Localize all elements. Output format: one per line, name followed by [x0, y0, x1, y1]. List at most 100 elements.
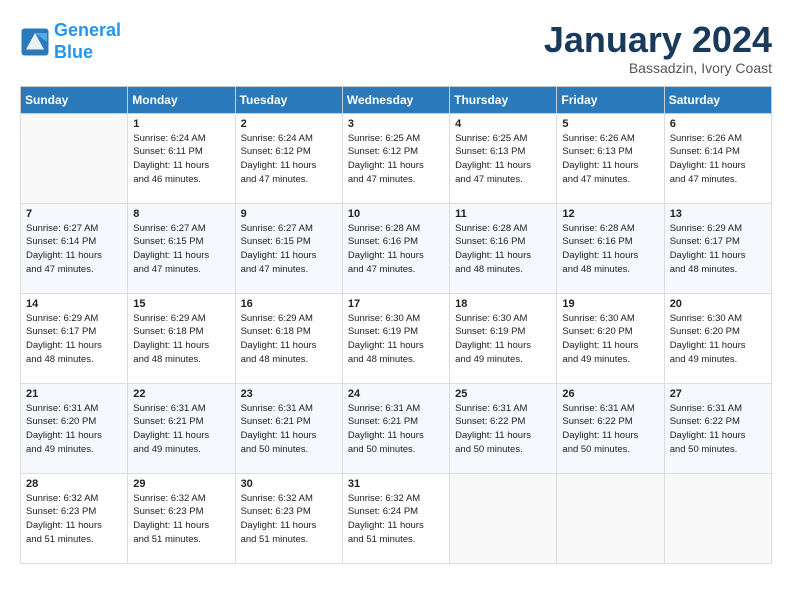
calendar-cell: 17 Sunrise: 6:30 AMSunset: 6:19 PMDayligh…	[342, 293, 449, 383]
header-thursday: Thursday	[450, 86, 557, 113]
calendar-cell	[450, 473, 557, 563]
day-number: 10	[348, 208, 444, 220]
calendar-cell: 20 Sunrise: 6:30 AMSunset: 6:20 PMDayligh…	[664, 293, 771, 383]
day-info: Sunrise: 6:25 AMSunset: 6:13 PMDaylight:…	[455, 132, 551, 187]
calendar-week-row: 7 Sunrise: 6:27 AMSunset: 6:14 PMDaylight…	[21, 203, 772, 293]
day-number: 7	[26, 208, 122, 220]
calendar-cell: 11Sunrise: 6:28 AMSunset: 6:16 PMDayligh…	[450, 203, 557, 293]
calendar-cell: 28 Sunrise: 6:32 AMSunset: 6:23 PMDayligh…	[21, 473, 128, 563]
day-info: Sunrise: 6:32 AMSunset: 6:23 PMDaylight:…	[241, 492, 337, 547]
day-info: Sunrise: 6:29 AMSunset: 6:18 PMDaylight:…	[241, 312, 337, 367]
day-number: 16	[241, 298, 337, 310]
day-info: Sunrise: 6:31 AMSunset: 6:22 PMDaylight:…	[562, 402, 658, 457]
day-number: 14	[26, 298, 122, 310]
day-number: 21	[26, 388, 122, 400]
day-info: Sunrise: 6:30 AMSunset: 6:19 PMDaylight:…	[348, 312, 444, 367]
calendar-cell: 18 Sunrise: 6:30 AMSunset: 6:19 PMDayligh…	[450, 293, 557, 383]
calendar-cell: 8 Sunrise: 6:27 AMSunset: 6:15 PMDaylight…	[128, 203, 235, 293]
location-subtitle: Bassadzin, Ivory Coast	[544, 60, 772, 76]
day-info: Sunrise: 6:31 AMSunset: 6:21 PMDaylight:…	[348, 402, 444, 457]
day-number: 6	[670, 118, 766, 130]
day-number: 24	[348, 388, 444, 400]
day-info: Sunrise: 6:30 AMSunset: 6:20 PMDaylight:…	[670, 312, 766, 367]
day-number: 31	[348, 478, 444, 490]
page-header: General Blue January 2024 Bassadzin, Ivo…	[20, 20, 772, 76]
day-info: Sunrise: 6:32 AMSunset: 6:23 PMDaylight:…	[26, 492, 122, 547]
calendar-cell: 26 Sunrise: 6:31 AMSunset: 6:22 PMDayligh…	[557, 383, 664, 473]
logo-icon	[20, 27, 50, 57]
calendar-cell	[664, 473, 771, 563]
calendar-header-row: SundayMondayTuesdayWednesdayThursdayFrid…	[21, 86, 772, 113]
day-number: 23	[241, 388, 337, 400]
day-number: 9	[241, 208, 337, 220]
calendar-cell: 2 Sunrise: 6:24 AMSunset: 6:12 PMDaylight…	[235, 113, 342, 203]
day-number: 12	[562, 208, 658, 220]
calendar-cell: 1Sunrise: 6:24 AMSunset: 6:11 PMDaylight…	[128, 113, 235, 203]
day-info: Sunrise: 6:31 AMSunset: 6:21 PMDaylight:…	[133, 402, 229, 457]
day-number: 22	[133, 388, 229, 400]
calendar-cell: 6Sunrise: 6:26 AMSunset: 6:14 PMDaylight…	[664, 113, 771, 203]
calendar-cell: 19Sunrise: 6:30 AMSunset: 6:20 PMDayligh…	[557, 293, 664, 383]
day-info: Sunrise: 6:29 AMSunset: 6:18 PMDaylight:…	[133, 312, 229, 367]
day-number: 3	[348, 118, 444, 130]
header-wednesday: Wednesday	[342, 86, 449, 113]
calendar-week-row: 1Sunrise: 6:24 AMSunset: 6:11 PMDaylight…	[21, 113, 772, 203]
day-number: 8	[133, 208, 229, 220]
day-info: Sunrise: 6:28 AMSunset: 6:16 PMDaylight:…	[455, 222, 551, 277]
calendar-table: SundayMondayTuesdayWednesdayThursdayFrid…	[20, 86, 772, 564]
day-info: Sunrise: 6:29 AMSunset: 6:17 PMDaylight:…	[26, 312, 122, 367]
calendar-cell: 4 Sunrise: 6:25 AMSunset: 6:13 PMDaylight…	[450, 113, 557, 203]
day-number: 17	[348, 298, 444, 310]
day-number: 25	[455, 388, 551, 400]
calendar-cell: 23Sunrise: 6:31 AMSunset: 6:21 PMDayligh…	[235, 383, 342, 473]
calendar-cell: 12 Sunrise: 6:28 AMSunset: 6:16 PMDayligh…	[557, 203, 664, 293]
calendar-cell: 10 Sunrise: 6:28 AMSunset: 6:16 PMDayligh…	[342, 203, 449, 293]
header-tuesday: Tuesday	[235, 86, 342, 113]
calendar-cell: 15 Sunrise: 6:29 AMSunset: 6:18 PMDayligh…	[128, 293, 235, 383]
day-info: Sunrise: 6:28 AMSunset: 6:16 PMDaylight:…	[348, 222, 444, 277]
logo-line1: General	[54, 20, 121, 40]
month-title: January 2024	[544, 20, 772, 60]
logo-text: General Blue	[54, 20, 121, 63]
day-number: 15	[133, 298, 229, 310]
header-saturday: Saturday	[664, 86, 771, 113]
day-number: 19	[562, 298, 658, 310]
calendar-cell: 9Sunrise: 6:27 AMSunset: 6:15 PMDaylight…	[235, 203, 342, 293]
day-info: Sunrise: 6:31 AMSunset: 6:22 PMDaylight:…	[670, 402, 766, 457]
day-number: 5	[562, 118, 658, 130]
calendar-cell: 5Sunrise: 6:26 AMSunset: 6:13 PMDaylight…	[557, 113, 664, 203]
header-sunday: Sunday	[21, 86, 128, 113]
calendar-cell: 25 Sunrise: 6:31 AMSunset: 6:22 PMDayligh…	[450, 383, 557, 473]
logo: General Blue	[20, 20, 121, 63]
title-block: January 2024 Bassadzin, Ivory Coast	[544, 20, 772, 76]
day-number: 26	[562, 388, 658, 400]
day-info: Sunrise: 6:31 AMSunset: 6:22 PMDaylight:…	[455, 402, 551, 457]
day-number: 30	[241, 478, 337, 490]
day-info: Sunrise: 6:30 AMSunset: 6:19 PMDaylight:…	[455, 312, 551, 367]
day-info: Sunrise: 6:27 AMSunset: 6:14 PMDaylight:…	[26, 222, 122, 277]
day-number: 18	[455, 298, 551, 310]
header-friday: Friday	[557, 86, 664, 113]
day-number: 4	[455, 118, 551, 130]
day-info: Sunrise: 6:24 AMSunset: 6:11 PMDaylight:…	[133, 132, 229, 187]
calendar-cell: 7 Sunrise: 6:27 AMSunset: 6:14 PMDaylight…	[21, 203, 128, 293]
day-number: 28	[26, 478, 122, 490]
day-info: Sunrise: 6:27 AMSunset: 6:15 PMDaylight:…	[133, 222, 229, 277]
calendar-cell: 3Sunrise: 6:25 AMSunset: 6:12 PMDaylight…	[342, 113, 449, 203]
calendar-cell: 30 Sunrise: 6:32 AMSunset: 6:23 PMDayligh…	[235, 473, 342, 563]
day-number: 2	[241, 118, 337, 130]
calendar-cell: 21Sunrise: 6:31 AMSunset: 6:20 PMDayligh…	[21, 383, 128, 473]
day-info: Sunrise: 6:32 AMSunset: 6:24 PMDaylight:…	[348, 492, 444, 547]
calendar-cell: 16 Sunrise: 6:29 AMSunset: 6:18 PMDayligh…	[235, 293, 342, 383]
calendar-cell: 27 Sunrise: 6:31 AMSunset: 6:22 PMDayligh…	[664, 383, 771, 473]
calendar-cell	[557, 473, 664, 563]
day-info: Sunrise: 6:28 AMSunset: 6:16 PMDaylight:…	[562, 222, 658, 277]
day-number: 13	[670, 208, 766, 220]
day-number: 20	[670, 298, 766, 310]
day-info: Sunrise: 6:24 AMSunset: 6:12 PMDaylight:…	[241, 132, 337, 187]
logo-line2: Blue	[54, 42, 93, 62]
calendar-cell: 13Sunrise: 6:29 AMSunset: 6:17 PMDayligh…	[664, 203, 771, 293]
day-number: 27	[670, 388, 766, 400]
calendar-week-row: 28 Sunrise: 6:32 AMSunset: 6:23 PMDayligh…	[21, 473, 772, 563]
calendar-cell: 31 Sunrise: 6:32 AMSunset: 6:24 PMDayligh…	[342, 473, 449, 563]
